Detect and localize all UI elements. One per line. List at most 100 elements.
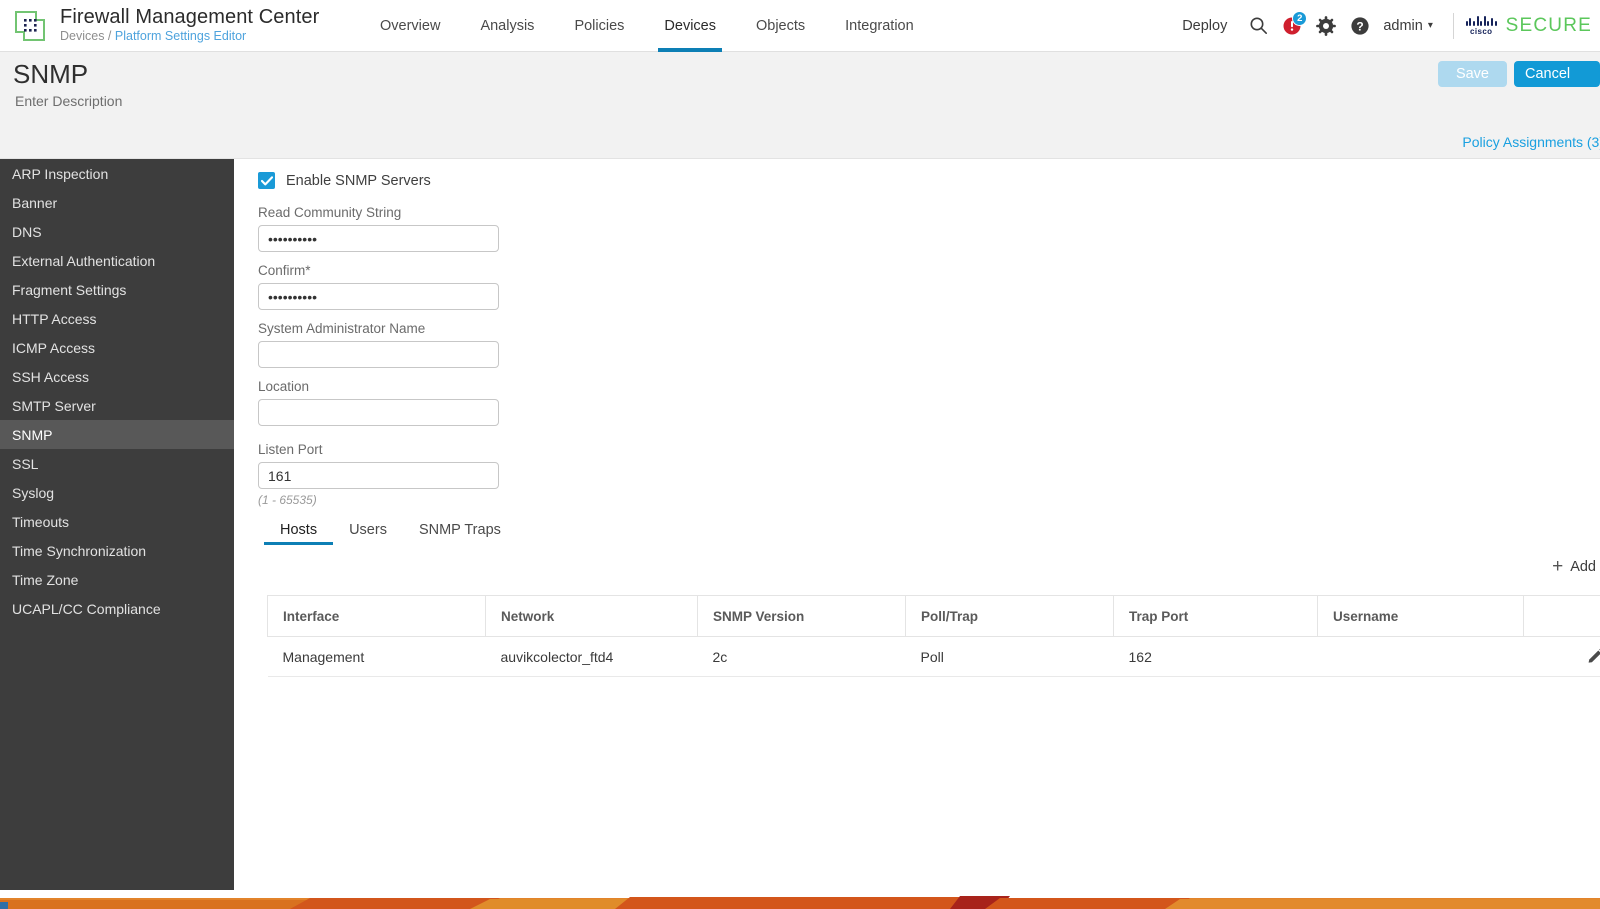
sidebar-item-label: HTTP Access	[12, 310, 97, 327]
sidebar-item-label: UCAPL/CC Compliance	[12, 600, 161, 617]
nav-item-integration[interactable]: Integration	[825, 0, 934, 52]
sidebar-item-label: SSH Access	[12, 368, 90, 385]
cisco-wordmark: cisco	[1470, 27, 1493, 36]
notification-badge: 2	[1292, 10, 1308, 26]
column-header-trap-port[interactable]: Trap Port	[1113, 595, 1318, 637]
hosts-table: Interface Network SNMP Version Poll/Trap…	[267, 595, 1600, 677]
sidebar-item-snmp[interactable]: SNMP	[0, 420, 234, 449]
column-header-snmp-version[interactable]: SNMP Version	[697, 595, 906, 637]
snmp-subtabs: Hosts Users SNMP Traps	[264, 514, 517, 545]
cancel-button[interactable]: Cancel	[1514, 61, 1600, 87]
nav-item-devices[interactable]: Devices	[644, 0, 736, 52]
sidebar-item-syslog[interactable]: Syslog	[0, 478, 234, 507]
cell-trap-port: 162	[1113, 636, 1318, 677]
tab-snmp-traps[interactable]: SNMP Traps	[403, 514, 517, 545]
nav-label: Devices	[664, 17, 716, 34]
search-icon[interactable]	[1241, 0, 1275, 52]
sidebar-item-banner[interactable]: Banner	[0, 188, 234, 217]
location-input[interactable]	[258, 399, 499, 426]
top-header-bar: Firewall Management Center Devices / Pla…	[0, 0, 1600, 52]
system-administrator-name-input[interactable]	[258, 341, 499, 368]
sidebar-item-ssl[interactable]: SSL	[0, 449, 234, 478]
enable-snmp-servers-label: Enable SNMP Servers	[286, 172, 431, 189]
breadcrumb-link-platform-settings-editor[interactable]: Platform Settings Editor	[115, 29, 246, 43]
sidebar-item-http-access[interactable]: HTTP Access	[0, 304, 234, 333]
deploy-button[interactable]: Deploy	[1168, 18, 1241, 34]
sidebar-item-time-synchronization[interactable]: Time Synchronization	[0, 536, 234, 565]
policy-assignments-link[interactable]: Policy Assignments (3)	[1462, 134, 1600, 150]
sidebar-item-ssh-access[interactable]: SSH Access	[0, 362, 234, 391]
confirm-input[interactable]	[258, 283, 499, 310]
listen-port-field: Listen Port (1 - 65535)	[258, 442, 499, 507]
cell-snmp-version: 2c	[697, 636, 906, 677]
column-header-actions	[1523, 595, 1600, 637]
sidebar-item-label: External Authentication	[12, 252, 156, 269]
main-navigation: Overview Analysis Policies Devices Objec…	[360, 0, 934, 52]
cell-username	[1317, 636, 1524, 677]
column-header-interface[interactable]: Interface	[267, 595, 486, 637]
sidebar-item-fragment-settings[interactable]: Fragment Settings	[0, 275, 234, 304]
tab-users[interactable]: Users	[333, 514, 403, 545]
pencil-icon[interactable]	[1586, 647, 1600, 666]
system-administrator-name-field: System Administrator Name	[258, 321, 499, 368]
nav-label: Analysis	[480, 17, 535, 34]
product-title: Firewall Management Center	[60, 6, 320, 29]
chevron-down-icon: ▾	[1427, 20, 1433, 31]
sidebar-item-dns[interactable]: DNS	[0, 217, 234, 246]
sidebar-item-external-authentication[interactable]: External Authentication	[0, 246, 234, 275]
cisco-logo-icon: cisco	[1465, 15, 1497, 36]
add-button-label: Add	[1570, 558, 1596, 575]
firewall-logo-icon	[12, 9, 48, 43]
read-community-string-input[interactable]	[258, 225, 499, 252]
column-header-username[interactable]: Username	[1317, 595, 1524, 637]
sidebar-item-arp-inspection[interactable]: ARP Inspection	[0, 159, 234, 188]
sidebar-item-label: DNS	[12, 223, 42, 240]
sidebar-item-smtp-server[interactable]: SMTP Server	[0, 391, 234, 420]
gear-icon[interactable]	[1309, 0, 1343, 52]
save-button[interactable]: Save	[1437, 61, 1507, 87]
location-label: Location	[258, 379, 310, 394]
sidebar-item-label: Time Zone	[12, 571, 79, 588]
tab-hosts[interactable]: Hosts	[264, 514, 334, 545]
alert-icon[interactable]: 2	[1275, 0, 1309, 52]
add-button[interactable]: + Add	[1552, 557, 1596, 576]
confirm-label: Confirm*	[258, 263, 311, 278]
sidebar-item-ucapl-cc-compliance[interactable]: UCAPL/CC Compliance	[0, 594, 234, 623]
table-header-row: Interface Network SNMP Version Poll/Trap…	[267, 595, 1600, 637]
sidebar-item-icmp-access[interactable]: ICMP Access	[0, 333, 234, 362]
settings-sidebar: ARP Inspection Banner DNS External Authe…	[0, 159, 234, 882]
listen-port-input[interactable]	[258, 462, 499, 489]
nav-item-overview[interactable]: Overview	[360, 0, 460, 52]
nav-label: Objects	[755, 17, 806, 34]
sidebar-item-label: Time Synchronization	[12, 542, 147, 559]
sidebar-item-time-zone[interactable]: Time Zone	[0, 565, 234, 594]
sidebar-item-label: SSL	[12, 455, 39, 472]
sidebar-item-label: Fragment Settings	[12, 281, 127, 298]
nav-item-objects[interactable]: Objects	[736, 0, 825, 52]
column-header-network[interactable]: Network	[485, 595, 698, 637]
cell-poll-trap: Poll	[905, 636, 1114, 677]
sidebar-item-label: SNMP	[12, 426, 53, 443]
breadcrumb: Devices / Platform Settings Editor	[60, 30, 319, 43]
wallpaper-graphic	[0, 896, 1600, 909]
listen-port-hint: (1 - 65535)	[258, 493, 317, 507]
brand-block: Firewall Management Center Devices / Pla…	[0, 7, 340, 43]
sidebar-item-timeouts[interactable]: Timeouts	[0, 507, 234, 536]
nav-item-policies[interactable]: Policies	[554, 0, 644, 52]
system-administrator-name-label: System Administrator Name	[258, 321, 426, 336]
breadcrumb-prefix: Devices /	[60, 29, 112, 44]
question-circle-icon[interactable]: ?	[1343, 0, 1377, 52]
column-header-poll-trap[interactable]: Poll/Trap	[905, 595, 1114, 637]
sidebar-item-label: SMTP Server	[12, 397, 96, 414]
hosts-table-wrapper: Interface Network SNMP Version Poll/Trap…	[267, 595, 1600, 677]
enable-snmp-servers-row[interactable]: Enable SNMP Servers	[258, 172, 431, 189]
description-field[interactable]: Enter Description	[15, 93, 122, 109]
enable-snmp-servers-checkbox[interactable]	[258, 172, 275, 189]
nav-item-analysis[interactable]: Analysis	[460, 0, 554, 52]
read-community-string-label: Read Community String	[258, 205, 402, 220]
nav-label: Overview	[380, 17, 441, 34]
admin-menu[interactable]: admin ▾	[1377, 18, 1441, 34]
table-row[interactable]: Management auvikcolector_ftd4 2c Poll 16…	[267, 636, 1600, 677]
location-field: Location	[258, 379, 499, 426]
nav-label: Integration	[845, 17, 914, 34]
